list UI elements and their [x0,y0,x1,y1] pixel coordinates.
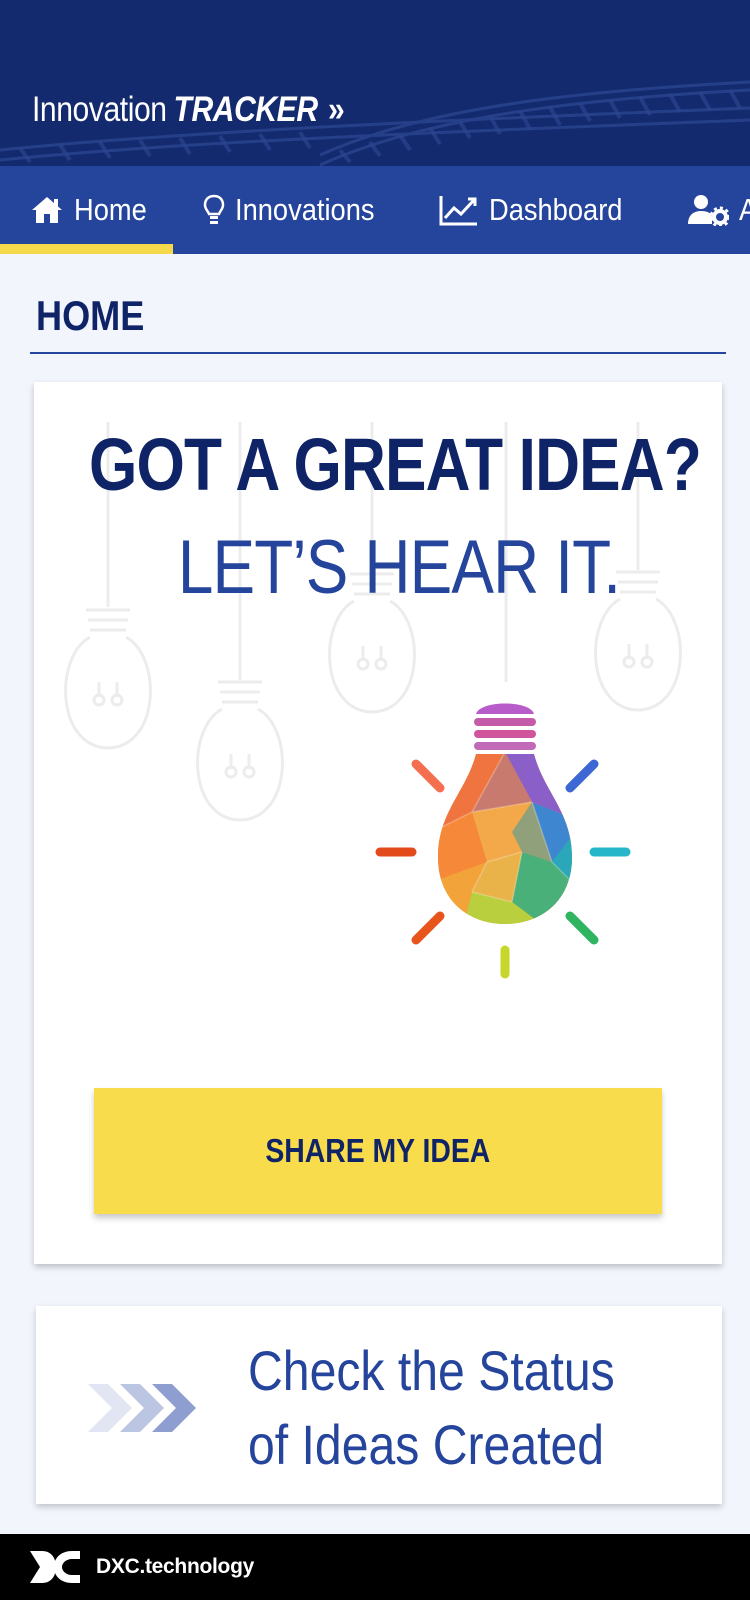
dxc-logo-icon [30,1551,80,1583]
nav-item-innovations[interactable]: Innovations [173,166,410,254]
nav-label-innovations: Innovations [234,192,375,227]
brand-regular-text: Innovation [32,90,167,129]
chart-line-icon [439,196,478,226]
check-status-text: Check the Status of Ideas Created [248,1334,644,1482]
check-status-line1: Check the Status [248,1339,615,1402]
hero-headline-line1: GOT A GREAT IDEA? [89,423,702,506]
home-icon [32,197,62,223]
footer-logo-text: DXC.technology [96,1555,254,1578]
app-brand[interactable]: Innovation TRACKER » [32,90,345,130]
app-root: Innovation TRACKER » Home Innovations Da… [0,0,750,1600]
nav-label-dashboard: Dashboard [489,192,623,227]
hero-card: GOT A GREAT IDEA? LET’S HEAR IT. SHARE M… [34,382,722,1264]
nav-item-admin[interactable]: Admin [657,166,750,254]
triple-chevron-icon [88,1384,196,1432]
brand-bold-text: TRACKER [173,90,318,129]
page-title: HOME [36,292,145,339]
nav-item-dashboard[interactable]: Dashboard [409,166,657,254]
app-header: Innovation TRACKER » [0,0,750,166]
title-divider [30,352,726,354]
colorful-lightbulb-illustration [375,703,631,979]
nav-label-home: Home [74,192,147,227]
lightbulb-icon [203,194,224,224]
app-footer: DXC.technology [0,1534,750,1600]
nav-item-home[interactable]: Home [0,166,173,254]
check-status-line2: of Ideas Created [248,1413,605,1476]
check-status-card[interactable]: Check the Status of Ideas Created [36,1306,722,1504]
user-gear-icon [687,195,729,226]
share-my-idea-label: SHARE MY IDEA [265,1132,491,1169]
main-nav: Home Innovations Dashboard [0,166,750,254]
brand-chevrons: » [327,90,345,129]
hero-headline-line2: LET’S HEAR IT. [177,525,621,610]
nav-label-admin: Admin [739,192,750,228]
share-my-idea-button[interactable]: SHARE MY IDEA [94,1088,662,1214]
